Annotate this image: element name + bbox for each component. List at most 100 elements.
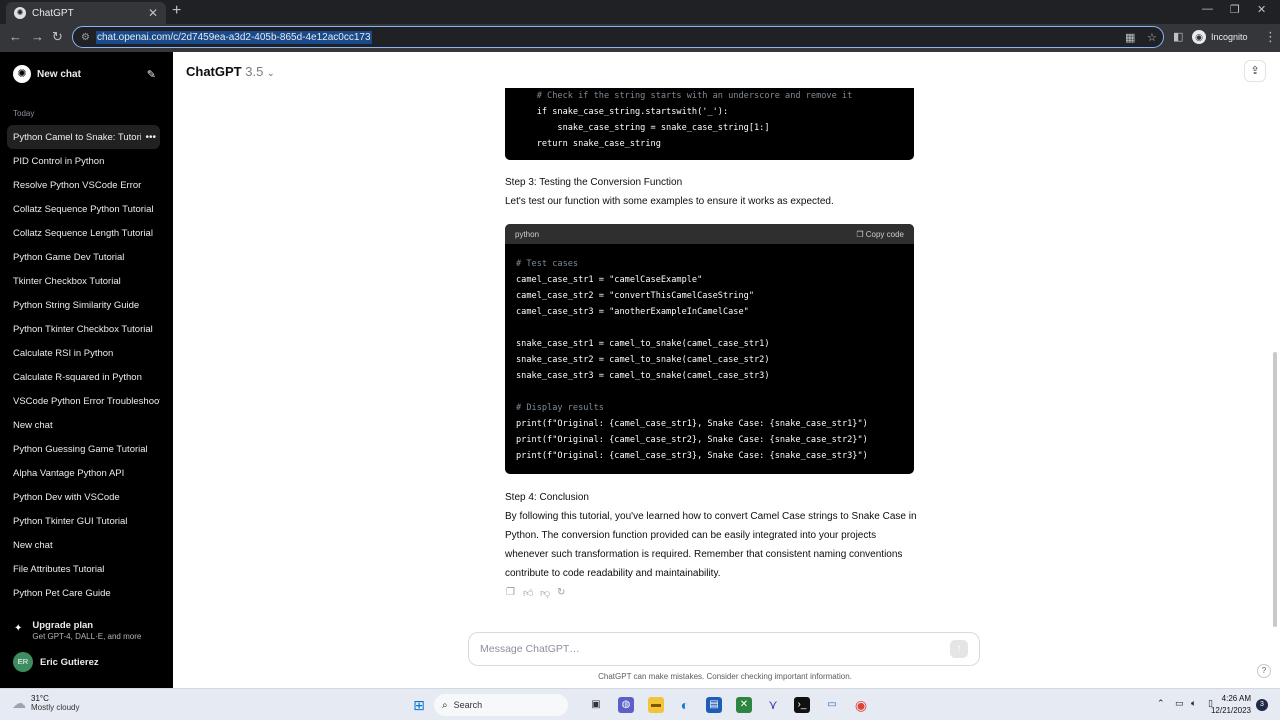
browser-toolbar: ← → ↻ ⚙ chat.openai.com/c/2d7459ea-a3d2-… <box>0 24 1280 52</box>
chat-item-label: File Attributes Tutorial <box>13 563 105 575</box>
avatar: ER <box>13 652 33 672</box>
tab-title: ChatGPT <box>32 7 74 19</box>
close-window-icon[interactable]: ✕ <box>1257 3 1266 16</box>
back-icon[interactable]: ← <box>9 30 22 44</box>
message-input[interactable] <box>480 643 950 655</box>
browser-tab[interactable]: ✺ ChatGPT ✕ <box>6 2 166 24</box>
new-chat-button[interactable]: ✺ New chat ✎ <box>6 62 162 86</box>
file-explorer-icon[interactable]: ▬ <box>648 697 664 713</box>
chat-item-label: Python Camel to Snake: Tutorial <box>13 131 150 143</box>
chat-item[interactable]: File Attributes Tutorial <box>7 557 160 581</box>
address-bar[interactable]: ⚙ chat.openai.com/c/2d7459ea-a3d2-405b-8… <box>72 26 1164 48</box>
copy-icon[interactable]: ❐ <box>506 587 523 599</box>
bookmark-star-icon[interactable]: ☆ <box>1147 31 1157 44</box>
user-menu[interactable]: ER Eric Gutierez <box>13 652 99 672</box>
thumbs-up-icon[interactable]: 👍︎ <box>523 587 540 599</box>
code-line: if snake_case_string.startswith('_'): <box>516 107 729 117</box>
terminal-icon[interactable]: ›_ <box>794 697 810 713</box>
clipboard-icon: ❐ <box>856 229 864 239</box>
chat-item-label: Alpha Vantage Python API <box>13 467 125 479</box>
taskbar-search-label: Search <box>453 700 483 710</box>
vscode-icon[interactable]: ⋎ <box>765 697 781 713</box>
volume-icon[interactable]: 🔈︎ <box>1191 698 1196 709</box>
chat-item-label: Python Game Dev Tutorial <box>13 251 125 263</box>
edge-icon[interactable]: ◐ <box>677 697 693 713</box>
chat-item[interactable]: Alpha Vantage Python API <box>7 461 160 485</box>
chat-item[interactable]: Resolve Python VSCode Error <box>7 173 160 197</box>
tray-chevron-icon[interactable]: ⌃ <box>1157 698 1165 709</box>
code-block-header: python ❐ Copy code <box>505 224 914 244</box>
excel-icon[interactable]: ✕ <box>736 697 752 713</box>
remote-desktop-icon[interactable]: ▭ <box>824 697 840 713</box>
url-text[interactable]: chat.openai.com/c/2d7459ea-a3d2-405b-865… <box>95 30 372 44</box>
chat-item[interactable]: Python Game Dev Tutorial <box>7 245 160 269</box>
chat-item[interactable]: New chat <box>7 413 160 437</box>
chrome-icon[interactable]: ◉ <box>853 697 869 713</box>
notification-badge[interactable]: 3 <box>1256 699 1268 711</box>
teams-chat-icon[interactable]: ◍ <box>618 697 634 713</box>
sidebar: ✺ New chat ✎ Today Python Camel to Snake… <box>0 52 173 688</box>
search-icon: ⌕ <box>442 699 448 711</box>
thumbs-down-icon[interactable]: 👎︎ <box>540 587 557 599</box>
store-icon[interactable]: ▤ <box>706 697 722 713</box>
copy-code-button[interactable]: ❐ Copy code <box>856 230 904 239</box>
chat-item[interactable]: Tkinter Checkbox Tutorial <box>7 269 160 293</box>
more-options-icon[interactable]: ••• <box>141 131 156 143</box>
chat-item[interactable]: New chat <box>7 533 160 557</box>
chat-item[interactable]: Python Guessing Game Tutorial <box>7 437 160 461</box>
weather-temp: 31°C <box>31 694 49 703</box>
restore-icon[interactable]: ❐ <box>1230 3 1240 16</box>
new-chat-label: New chat <box>37 68 81 80</box>
site-info-icon[interactable]: ⚙ <box>81 32 90 43</box>
chat-item[interactable]: Collatz Sequence Length Tutorial <box>7 221 160 245</box>
chat-item[interactable]: Collatz Sequence Python Tutorial <box>7 197 160 221</box>
code-line: snake_case_string = snake_case_string[1:… <box>516 123 770 133</box>
close-tab-icon[interactable]: ✕ <box>148 6 158 20</box>
chat-item[interactable]: Calculate RSI in Python <box>7 341 160 365</box>
chat-item[interactable]: Python Dev with VSCode <box>7 485 160 509</box>
reload-icon[interactable]: ↻ <box>52 30 63 44</box>
disclaimer: ChatGPT can make mistakes. Consider chec… <box>598 672 852 681</box>
forward-icon[interactable]: → <box>31 30 44 44</box>
help-icon[interactable]: ? <box>1257 664 1271 678</box>
message-composer: ↑ <box>468 632 980 666</box>
edit-icon[interactable]: ✎ <box>147 68 156 81</box>
code-block-previous: # Check if the string starts with an und… <box>505 88 914 160</box>
task-view-icon[interactable]: ▣ <box>588 697 604 713</box>
weather-widget[interactable]: ☁ 31°C Mostly cloudy <box>12 694 79 712</box>
side-panel-icon[interactable]: ◧ <box>1173 30 1183 44</box>
new-tab-icon[interactable]: + <box>172 3 181 19</box>
scrollbar[interactable] <box>1273 352 1277 627</box>
taskbar-search[interactable]: ⌕ Search <box>434 694 568 716</box>
network-icon[interactable]: ▭ <box>1175 698 1184 709</box>
code-line: snake_case_str2 = camel_to_snake(camel_c… <box>516 355 770 365</box>
menu-kebab-icon[interactable]: ⋮ <box>1264 30 1277 44</box>
section-label-today: Today <box>13 109 35 118</box>
send-icon[interactable]: ↑ <box>950 640 968 658</box>
code-line: snake_case_str3 = camel_to_snake(camel_c… <box>516 371 770 381</box>
chat-item[interactable]: Python String Similarity Guide <box>7 293 160 317</box>
chat-item-active[interactable]: Python Camel to Snake: Tutorial ••• <box>7 125 160 149</box>
clock[interactable]: 4:26 AM 12/21/2023 <box>1206 693 1251 717</box>
chat-item-label: Tkinter Checkbox Tutorial <box>13 275 121 287</box>
regenerate-icon[interactable]: ↻ <box>557 587 574 599</box>
step4-heading: Step 4: Conclusion <box>505 492 589 503</box>
chat-item[interactable]: Python Tkinter Checkbox Tutorial <box>7 317 160 341</box>
windows-start-icon[interactable]: ⊞ <box>411 697 427 713</box>
upgrade-plan-button[interactable]: ✦ Upgrade plan Get GPT-4, DALL·E, and mo… <box>14 620 141 641</box>
chat-item-label: Collatz Sequence Python Tutorial <box>13 203 154 215</box>
chat-item[interactable]: Calculate R-squared in Python <box>7 365 160 389</box>
translate-icon[interactable]: ▦ <box>1125 31 1135 44</box>
chat-item[interactable]: Python Tkinter GUI Tutorial <box>7 509 160 533</box>
chat-item[interactable]: PID Control in Python <box>7 149 160 173</box>
chevron-down-icon: ⌄ <box>266 68 275 78</box>
model-selector[interactable]: ChatGPT 3.5 ⌄ <box>186 64 275 79</box>
chat-item[interactable]: Python Pet Care Guide <box>7 581 160 605</box>
share-icon[interactable]: ⇪ <box>1244 60 1266 82</box>
chat-item[interactable]: VSCode Python Error Troubleshooting <box>7 389 160 413</box>
incognito-indicator[interactable]: ◉ Incognito <box>1192 30 1248 44</box>
minimize-icon[interactable]: — <box>1202 3 1213 15</box>
code-line: camel_case_str2 = "convertThisCamelCaseS… <box>516 291 754 301</box>
chat-item-label: New chat <box>13 539 53 551</box>
